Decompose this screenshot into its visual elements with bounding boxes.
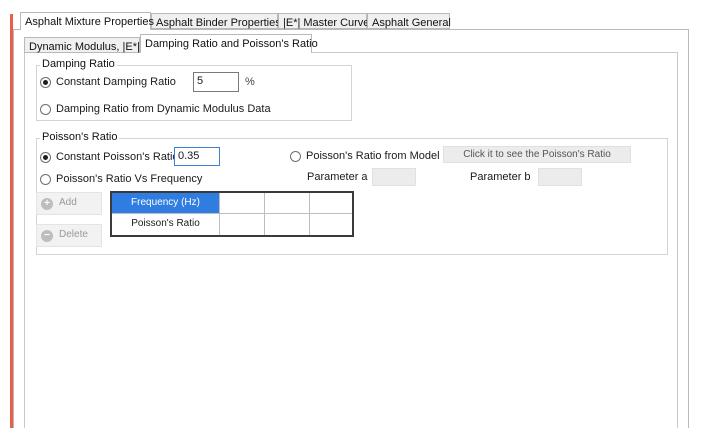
- damping-ratio-input[interactable]: 5: [193, 72, 239, 92]
- poisson-ratio-input[interactable]: 0.35: [174, 147, 220, 166]
- delete-button-label: Delete: [59, 229, 88, 240]
- parameter-a-label: Parameter a: [307, 171, 368, 183]
- damping-unit-label: %: [245, 76, 255, 88]
- row-header-poisson-ratio: Poisson's Ratio: [112, 214, 220, 235]
- table-cell[interactable]: [220, 214, 265, 235]
- table-cell[interactable]: [265, 193, 310, 214]
- parameter-a-input[interactable]: [372, 168, 416, 186]
- plus-circle-icon: +: [41, 198, 53, 210]
- damping-from-dm-radio[interactable]: [40, 104, 51, 115]
- poisson-vs-frequency-label: Poisson's Ratio Vs Frequency: [56, 173, 203, 185]
- poisson-vs-frequency-radio[interactable]: [40, 174, 51, 185]
- damping-ratio-title: Damping Ratio: [40, 58, 117, 70]
- table-cell[interactable]: [310, 193, 352, 214]
- constant-damping-label: Constant Damping Ratio: [56, 76, 176, 88]
- add-button[interactable]: + Add: [36, 192, 102, 215]
- tab-label: |E*| Master Curve: [283, 17, 370, 29]
- tab-asphalt-binder-properties[interactable]: Asphalt Binder Properties: [151, 13, 281, 29]
- delete-button[interactable]: − Delete: [36, 224, 102, 247]
- poisson-from-model-label: Poisson's Ratio from Model: [306, 150, 440, 162]
- damping-from-dm-label: Damping Ratio from Dynamic Modulus Data: [56, 103, 271, 115]
- add-button-label: Add: [59, 197, 77, 208]
- constant-damping-radio[interactable]: [40, 77, 51, 88]
- tab-label: Asphalt General: [372, 17, 451, 29]
- poisson-from-model-radio[interactable]: [290, 151, 301, 162]
- tab-label: Asphalt Mixture Properties: [25, 16, 154, 28]
- parameter-b-input[interactable]: [538, 168, 582, 186]
- see-poisson-button[interactable]: Click it to see the Poisson's Ratio: [443, 146, 631, 163]
- tab-asphalt-general[interactable]: Asphalt General: [367, 13, 451, 29]
- constant-poisson-radio[interactable]: [40, 152, 51, 163]
- tab-label: Damping Ratio and Poisson's Ratio: [145, 38, 318, 50]
- parameter-b-label: Parameter b: [470, 171, 531, 183]
- tab-master-curve[interactable]: |E*| Master Curve: [278, 13, 370, 29]
- table-cell[interactable]: [265, 214, 310, 235]
- poisson-ratio-title: Poisson's Ratio: [40, 131, 120, 143]
- tab-label: Asphalt Binder Properties: [156, 17, 281, 29]
- tab-dynamic-modulus[interactable]: Dynamic Modulus, |E*|: [24, 37, 140, 53]
- table-cell[interactable]: [220, 193, 265, 214]
- minus-circle-icon: −: [41, 230, 53, 242]
- frequency-table: Frequency (Hz) Poisson's Ratio: [110, 191, 354, 237]
- tab-asphalt-mixture-properties[interactable]: Asphalt Mixture Properties: [20, 12, 154, 30]
- tab-label: Dynamic Modulus, |E*|: [29, 41, 140, 53]
- tab-damping-poisson[interactable]: Damping Ratio and Poisson's Ratio: [140, 34, 318, 53]
- row-header-frequency: Frequency (Hz): [112, 193, 220, 214]
- constant-poisson-label: Constant Poisson's Ratio: [56, 151, 179, 163]
- table-cell[interactable]: [310, 214, 352, 235]
